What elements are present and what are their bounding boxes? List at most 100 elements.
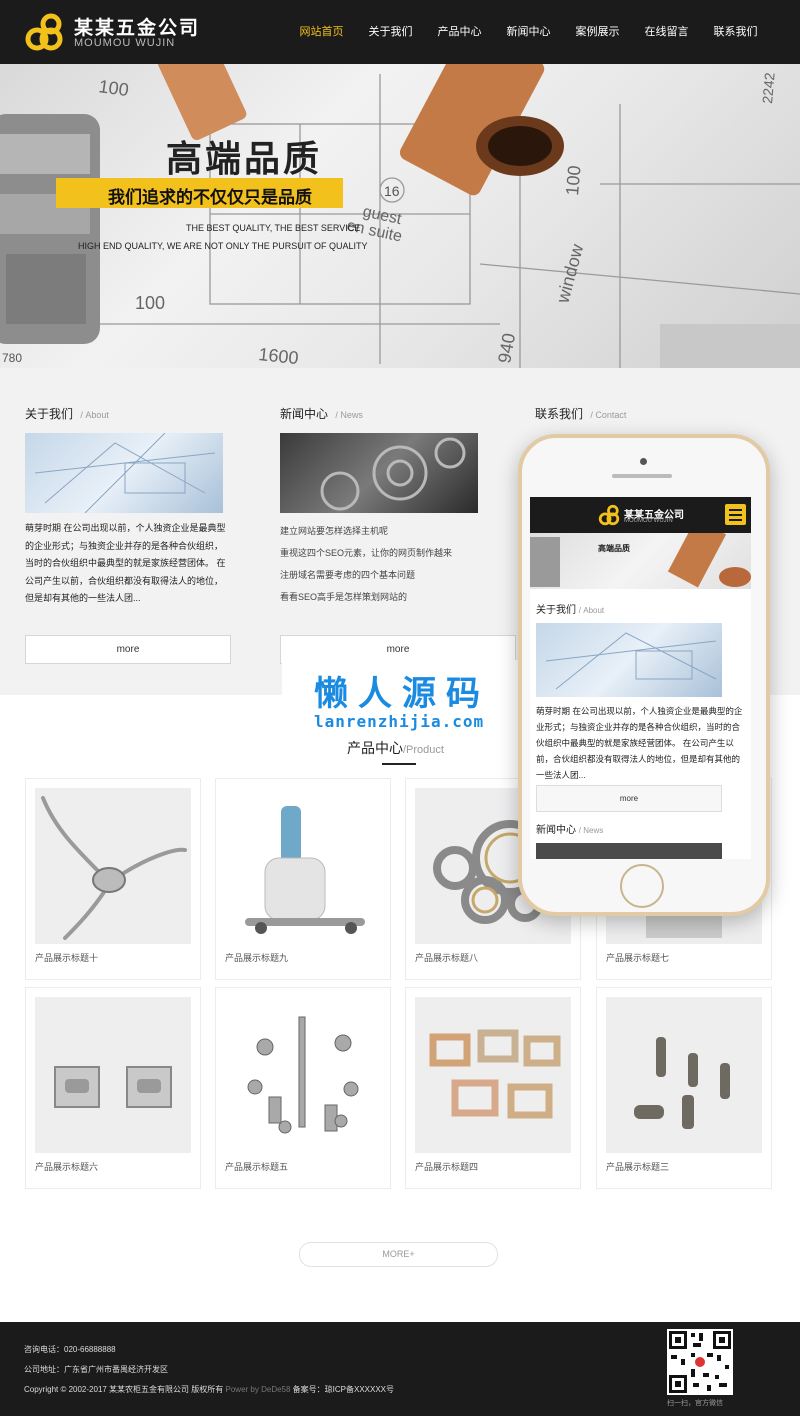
- blueprint-label: 100: [97, 76, 130, 100]
- watermark-title: 懒人源码: [314, 675, 490, 713]
- product-caption[interactable]: 产品展示标题四: [415, 1160, 478, 1173]
- product-card[interactable]: 产品展示标题五: [215, 987, 391, 1189]
- blueprint-label: 780: [2, 351, 22, 365]
- icp-text[interactable]: 备案号：琼ICP备XXXXXX号: [293, 1385, 394, 1394]
- phone-speaker: [612, 474, 672, 478]
- phone-more-button: more: [536, 785, 722, 812]
- logo-subtitle: MOUMOU WUJIN: [74, 37, 176, 49]
- qr-code-icon: [669, 1331, 731, 1393]
- phone-news-heading: 新闻中心 / News: [536, 825, 604, 836]
- product-card[interactable]: 产品展示标题四: [405, 987, 581, 1189]
- news-title: 新闻中心: [280, 407, 329, 421]
- qr-caption: 扫一扫，官方微信: [667, 1400, 723, 1407]
- footer-address: 公司地址：广东省广州市番禺经济开发区: [24, 1365, 168, 1374]
- about-heading: 关于我们 / About: [25, 407, 109, 421]
- buckle-icon: [429, 1029, 561, 1119]
- main-nav: 网站首页 关于我们 产品中心 新闻中心 案例展示 在线留言 联系我们: [287, 0, 770, 64]
- product-image[interactable]: [415, 997, 571, 1153]
- product-image[interactable]: [35, 788, 191, 944]
- phone-news-en: News: [583, 826, 604, 835]
- product-caption[interactable]: 产品展示标题五: [225, 1160, 288, 1173]
- hero-title: 高端品质: [166, 138, 323, 179]
- nav-news[interactable]: 新闻中心: [494, 0, 563, 64]
- blueprint-label: 2242: [759, 72, 778, 105]
- nav-about[interactable]: 关于我们: [356, 0, 425, 64]
- hero-subtitle: 我们追求的不仅仅只是品质: [108, 188, 312, 207]
- footer-phone: 咨询电话：020-66888888: [24, 1345, 116, 1354]
- phone-about-image: [536, 623, 722, 697]
- hero-banner[interactable]: 100 100 1600 940 16 guest en suite windo…: [0, 64, 800, 368]
- blueprint-label: 1600: [258, 344, 300, 368]
- rivet-icon: [634, 1037, 730, 1129]
- product-caption[interactable]: 产品展示标题八: [415, 951, 478, 964]
- nav-message[interactable]: 在线留言: [632, 0, 701, 64]
- phone-banner: 高端品质: [530, 533, 751, 589]
- screws-icon: [247, 1016, 359, 1134]
- product-card[interactable]: 产品展示标题三: [596, 987, 772, 1189]
- phone-banner-title: 高端品质: [598, 544, 630, 553]
- products-en: /Product: [403, 744, 444, 756]
- news-list: 建立网站要怎样选择主机呢 重视这四个SEO元素，让你的网页制作越来 注册域名需要…: [280, 522, 500, 610]
- phone-header: 某某五金公司 MOUMOU WUJIN: [530, 497, 751, 533]
- nav-products[interactable]: 产品中心: [425, 0, 494, 64]
- nav-cases[interactable]: 案例展示: [563, 0, 632, 64]
- blueprint-label: 100: [562, 165, 585, 197]
- hero-en-line1: THE BEST QUALITY, THE BEST SERVICE: [186, 223, 361, 233]
- news-heading: 新闻中心 / News: [280, 407, 363, 421]
- bracket-icon: [54, 1066, 172, 1108]
- product-image[interactable]: [225, 997, 381, 1153]
- phone-screen: 某某五金公司 MOUMOU WUJIN 高端品质 关于我们 / About 萌芽…: [530, 497, 751, 859]
- news-item[interactable]: 看看SEO高手是怎样策划网站的: [280, 588, 500, 610]
- phone-camera: [640, 458, 647, 465]
- powered-link[interactable]: Power by DeDe58: [226, 1385, 291, 1394]
- news-image[interactable]: [280, 433, 478, 513]
- product-card[interactable]: 产品展示标题十: [25, 778, 201, 980]
- copyright-text: Copyright © 2002-2017 某某农柜五金有限公司 版权所有: [24, 1385, 224, 1394]
- hero-illustration: 100 100 1600 940 16 guest en suite windo…: [0, 64, 800, 368]
- site-header: 某某五金公司 MOUMOU WUJIN 网站首页 关于我们 产品中心 新闻中心 …: [0, 0, 800, 64]
- phone-about-heading: 关于我们 / About: [536, 605, 605, 616]
- nav-home[interactable]: 网站首页: [287, 0, 356, 64]
- phone-news-image: [536, 843, 722, 859]
- menu-icon[interactable]: [725, 504, 746, 525]
- blueprint-label: 16: [384, 183, 400, 199]
- phone-home-button: [620, 864, 664, 908]
- product-card[interactable]: 产品展示标题九: [215, 778, 391, 980]
- blueprint-label: 940: [494, 332, 519, 365]
- about-image[interactable]: [25, 433, 223, 513]
- news-item[interactable]: 重视这四个SEO元素，让你的网页制作越来: [280, 544, 500, 566]
- product-image[interactable]: [225, 788, 381, 944]
- products-divider: [382, 763, 416, 765]
- news-en: News: [340, 410, 363, 420]
- phone-about-text: 萌芽时期 在公司出现以前，个人独资企业是最典型的企业形式；与独资企业并存的是各种…: [536, 706, 743, 780]
- watermark-url: lanrenzhijia.com: [314, 712, 485, 731]
- footer-copyright: Copyright © 2002-2017 某某农柜五金有限公司 版权所有 Po…: [24, 1384, 394, 1395]
- phone-about-title: 关于我们: [536, 605, 576, 616]
- about-text: 萌芽时期 在公司出现以前，个人独资企业是最典型的企业形式；与独资企业并存的是各种…: [25, 523, 226, 603]
- qr-code: [667, 1329, 733, 1395]
- product-caption[interactable]: 产品展示标题七: [606, 951, 669, 964]
- news-item[interactable]: 注册域名需要考虑的四个基本问题: [280, 566, 500, 588]
- products-title: 产品中心: [347, 740, 403, 756]
- hero-en-line2: HIGH END QUALITY, WE ARE NOT ONLY THE PU…: [78, 241, 368, 251]
- products-heading: 产品中心/Product: [347, 738, 444, 758]
- about-more-button[interactable]: more: [25, 635, 231, 664]
- product-caption[interactable]: 产品展示标题九: [225, 951, 288, 964]
- about-en: About: [85, 410, 109, 420]
- product-image[interactable]: [35, 997, 191, 1153]
- machine-icon: [245, 806, 365, 934]
- logo-title[interactable]: 某某五金公司: [74, 13, 200, 40]
- product-card[interactable]: 产品展示标题六: [25, 987, 201, 1189]
- phone-logo-icon: [598, 504, 620, 526]
- metal-clamp-icon: [41, 796, 187, 940]
- product-caption[interactable]: 产品展示标题十: [35, 951, 98, 964]
- product-image[interactable]: [606, 997, 762, 1153]
- news-item[interactable]: 建立网站要怎样选择主机呢: [280, 522, 500, 544]
- products-more-button[interactable]: MORE+: [299, 1242, 498, 1267]
- blueprint-label: 100: [135, 293, 165, 313]
- product-caption[interactable]: 产品展示标题六: [35, 1160, 98, 1173]
- product-caption[interactable]: 产品展示标题三: [606, 1160, 669, 1173]
- logo-icon[interactable]: [24, 12, 64, 52]
- phone-news-title: 新闻中心: [536, 825, 576, 836]
- nav-contact[interactable]: 联系我们: [701, 0, 770, 64]
